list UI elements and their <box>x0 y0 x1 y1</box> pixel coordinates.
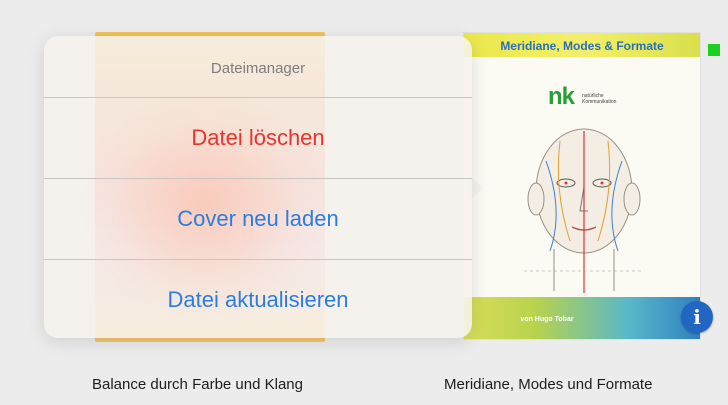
update-file-button[interactable]: Datei aktualisieren <box>44 260 472 338</box>
book-cover-meridiane[interactable]: Meridiane, Modes & Formate nk natürliche… <box>464 33 700 339</box>
cover-title-band: Meridiane, Modes & Formate <box>464 33 700 57</box>
reload-cover-button[interactable]: Cover neu laden <box>44 179 472 260</box>
status-indicator <box>708 44 720 56</box>
cover-logo: nk natürliche Kommunikation <box>548 83 617 110</box>
popover-title: Dateimanager <box>44 36 472 98</box>
book-caption-meridiane: Meridiane, Modes und Formate <box>444 376 653 393</box>
info-icon[interactable]: i <box>681 301 713 333</box>
book-caption-balance: Balance durch Farbe und Klang <box>92 376 303 393</box>
delete-file-button[interactable]: Datei löschen <box>44 98 472 179</box>
cover-author: von Hugo Tobar <box>520 316 574 323</box>
file-manager-popover: Dateimanager Datei löschen Cover neu lad… <box>44 36 472 338</box>
popover-arrow <box>470 176 484 200</box>
cover-bottom-band: von Hugo Tobar <box>464 297 700 339</box>
cover-face-illustration <box>524 128 644 293</box>
cover-title: Meridiane, Modes & Formate <box>500 39 664 53</box>
